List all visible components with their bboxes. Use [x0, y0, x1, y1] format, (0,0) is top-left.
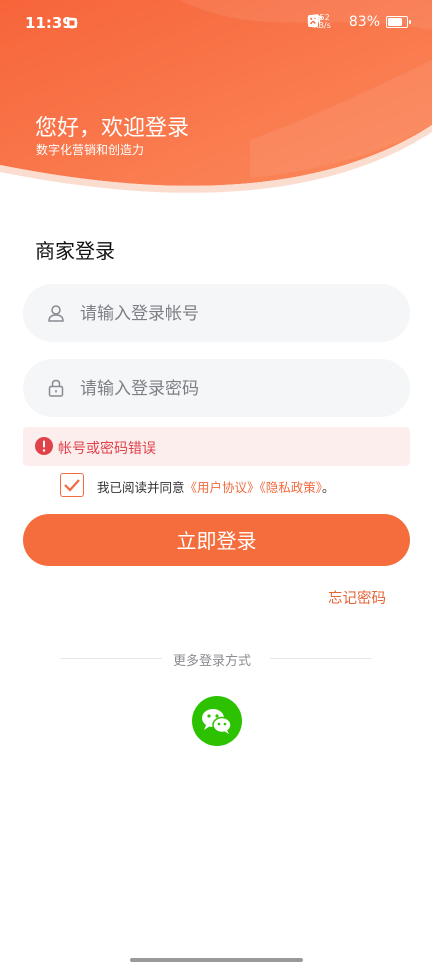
error-alert: 帐号或密码错误: [23, 427, 410, 466]
privacy-policy-link[interactable]: 《隐私政策》: [260, 480, 323, 495]
account-input[interactable]: [78, 284, 402, 344]
battery-percent: 83%: [348, 14, 380, 30]
crown-icon: [67, 17, 97, 29]
error-icon: [34, 436, 54, 456]
message-icon: [67, 17, 116, 29]
app-badge-icon: [67, 17, 135, 29]
home-indicator[interactable]: [130, 958, 303, 962]
agree-checkbox[interactable]: [60, 473, 84, 497]
login-button[interactable]: 立即登录: [23, 514, 410, 566]
more-login-methods-label: 更多登录方式: [173, 654, 252, 669]
wechat-login-button[interactable]: [192, 696, 242, 746]
status-notification-icons: [66, 17, 135, 29]
password-field[interactable]: [23, 359, 410, 419]
status-bar: 11:39 352 KB/s 83%: [0, 0, 432, 52]
divider-right: [270, 658, 372, 659]
status-right: 352 KB/s 83%: [307, 14, 411, 30]
user-agreement-link[interactable]: 《用户协议》: [185, 480, 260, 495]
account-field[interactable]: [23, 284, 410, 344]
merchant-login-title: 商家登录: [35, 239, 115, 263]
error-message: 帐号或密码错误: [58, 441, 156, 457]
lock-icon: [47, 379, 65, 397]
forgot-password-link[interactable]: 忘记密码: [328, 587, 386, 608]
password-input[interactable]: [78, 359, 402, 419]
divider-left: [60, 658, 162, 659]
welcome-title: 您好，欢迎登录: [35, 116, 190, 141]
checkmark-icon: [64, 479, 80, 492]
agreement-text: 我已阅读并同意《用户协议》《隐私政策》。: [97, 477, 335, 496]
welcome-subtitle: 数字化营销和创造力: [36, 143, 145, 157]
battery-icon: [386, 16, 411, 28]
wechat-icon: [202, 709, 232, 734]
user-icon: [47, 304, 65, 322]
agree-prefix: 我已阅读并同意: [97, 480, 185, 495]
agree-suffix: 。: [322, 480, 335, 495]
header-banner: 11:39 352 KB/s 83% 您好，欢迎登录 数字化营销和创造力: [0, 0, 432, 215]
